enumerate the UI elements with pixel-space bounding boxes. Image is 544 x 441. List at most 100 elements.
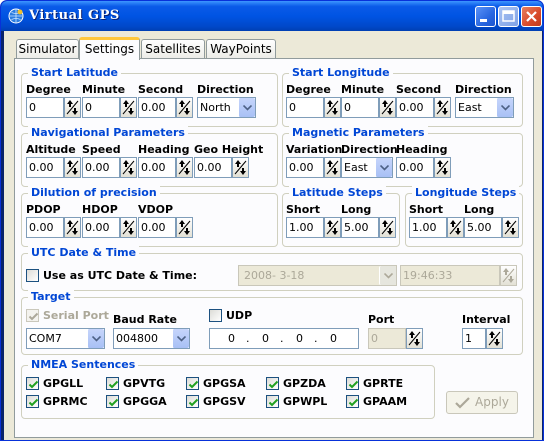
use-utc-checkbox[interactable] [26, 269, 39, 282]
chevron-down-icon[interactable] [496, 98, 513, 117]
latitude-long-step-spinner[interactable] [379, 217, 396, 238]
latitude-minute-input[interactable]: 0 [82, 97, 120, 118]
chevron-down-icon[interactable] [238, 98, 255, 117]
geo-height-input[interactable]: 0.00 [194, 157, 232, 178]
longitude-degree-spinner[interactable] [324, 97, 341, 118]
longitude-degree-input[interactable]: 0 [286, 97, 324, 118]
longitude-long-step-input[interactable]: 5.00 [464, 217, 502, 238]
speed-input[interactable]: 0.00 [82, 157, 120, 178]
gpaam-checkbox[interactable] [346, 395, 359, 408]
hdop-spinner[interactable] [120, 217, 137, 238]
latitude-degree-spinner[interactable] [64, 97, 81, 118]
apply-label: Apply [475, 395, 509, 409]
utc-time-spinner[interactable] [500, 265, 517, 286]
magnetic-heading-spinner[interactable] [434, 157, 451, 178]
direction-label: Direction [197, 83, 254, 96]
interval-spinner[interactable] [486, 328, 503, 349]
latitude-minute-spinner[interactable] [120, 97, 137, 118]
pdop-input[interactable]: 0.00 [26, 217, 64, 238]
udp-checkbox[interactable] [209, 309, 222, 322]
minute-label: Minute [82, 83, 126, 96]
altitude-input[interactable]: 0.00 [26, 157, 64, 178]
longitude-short-step-spinner[interactable] [447, 217, 464, 238]
latitude-second-spinner[interactable] [176, 97, 193, 118]
group-title: Start Latitude [28, 66, 122, 80]
title-bar[interactable]: Virtual GPS [1, 1, 543, 31]
tab-simulator[interactable]: Simulator [16, 39, 79, 59]
chevron-down-icon[interactable] [172, 329, 189, 348]
serial-port-select[interactable]: COM7 [26, 328, 105, 349]
longitude-long-step-spinner[interactable] [502, 217, 519, 238]
serial-port-checkbox[interactable] [26, 309, 39, 322]
magnetic-direction-select[interactable]: East [341, 157, 393, 178]
apply-button[interactable]: Apply [446, 391, 518, 414]
latitude-degree-input[interactable]: 0 [26, 97, 64, 118]
tab-settings[interactable]: Settings [79, 37, 140, 60]
latitude-short-step-spinner[interactable] [324, 217, 341, 238]
variation-spinner[interactable] [324, 157, 341, 178]
selected-value: East [344, 161, 368, 174]
start-latitude-group: Start Latitude Degree Minute Second Dire… [21, 66, 278, 127]
port-input[interactable]: 0 [368, 328, 406, 349]
altitude-label: Altitude [26, 143, 76, 156]
gpvtg-checkbox[interactable] [106, 377, 119, 390]
gpgsa-checkbox[interactable] [186, 377, 199, 390]
longitude-minute-input[interactable]: 0 [341, 97, 379, 118]
settings-panel: Start Latitude Degree Minute Second Dire… [14, 58, 534, 438]
group-title: Magnetic Parameters [289, 126, 428, 140]
longitude-short-step-input[interactable]: 1.00 [409, 217, 447, 238]
ip-octet-3: 0 [296, 332, 303, 345]
gprmc-label: GPRMC [43, 395, 88, 408]
chevron-down-icon[interactable] [375, 158, 392, 177]
utc-date-picker[interactable]: 2008- 3-18 [238, 265, 397, 286]
tab-waypoints[interactable]: WayPoints [206, 39, 276, 59]
vdop-spinner[interactable] [176, 217, 193, 238]
gprte-checkbox[interactable] [346, 377, 359, 390]
variation-input[interactable]: 0.00 [286, 157, 324, 178]
start-longitude-group: Start Longitude Degree Minute Second Dir… [282, 66, 523, 127]
gpgsa-label: GPGSA [203, 377, 246, 390]
utc-time-input[interactable]: 19:46:33 [400, 265, 500, 286]
latitude-second-input[interactable]: 0.00 [138, 97, 176, 118]
chevron-down-icon[interactable] [87, 329, 104, 348]
vdop-input[interactable]: 0.00 [138, 217, 176, 238]
ip-octet-1: 0 [228, 332, 235, 345]
chevron-down-icon[interactable] [379, 266, 396, 285]
geo-height-spinner[interactable] [232, 157, 249, 178]
baud-rate-select[interactable]: 004800 [113, 328, 190, 349]
longitude-minute-spinner[interactable] [379, 97, 396, 118]
longitude-second-input[interactable]: 0.00 [396, 97, 434, 118]
close-button[interactable] [521, 6, 542, 27]
gpzda-checkbox[interactable] [266, 377, 279, 390]
gpgll-checkbox[interactable] [26, 377, 39, 390]
gpwpl-checkbox[interactable] [266, 395, 279, 408]
gpgsv-checkbox[interactable] [186, 395, 199, 408]
pdop-spinner[interactable] [64, 217, 81, 238]
port-spinner[interactable] [406, 328, 423, 349]
tab-satellites[interactable]: Satellites [141, 39, 205, 59]
hdop-input[interactable]: 0.00 [82, 217, 120, 238]
interval-input[interactable]: 1 [462, 328, 486, 349]
maximize-button[interactable] [498, 6, 519, 27]
magnetic-heading-input[interactable]: 0.00 [396, 157, 434, 178]
latitude-short-step-input[interactable]: 1.00 [286, 217, 324, 238]
gpgga-checkbox[interactable] [106, 395, 119, 408]
latitude-long-step-input[interactable]: 5.00 [341, 217, 379, 238]
dilution-of-precision-group: Dilution of precision PDOP HDOP VDOP 0.0… [21, 186, 278, 247]
direction-label: Direction [455, 83, 512, 96]
longitude-second-spinner[interactable] [434, 97, 451, 118]
longitude-direction-select[interactable]: East [455, 97, 514, 118]
port-label: Port [368, 313, 395, 326]
minimize-button[interactable] [475, 6, 496, 27]
gpaam-label: GPAAM [363, 395, 408, 408]
group-title: Start Longitude [289, 66, 393, 80]
gprmc-checkbox[interactable] [26, 395, 39, 408]
latitude-direction-select[interactable]: North [197, 97, 256, 118]
heading-label: Heading [138, 143, 190, 156]
ip-address-input[interactable]: 0 . 0 . 0 . 0 [209, 328, 359, 349]
heading-input[interactable]: 0.00 [138, 157, 176, 178]
speed-spinner[interactable] [120, 157, 137, 178]
heading-spinner[interactable] [176, 157, 193, 178]
altitude-spinner[interactable] [64, 157, 81, 178]
gpgsv-label: GPGSV [203, 395, 246, 408]
